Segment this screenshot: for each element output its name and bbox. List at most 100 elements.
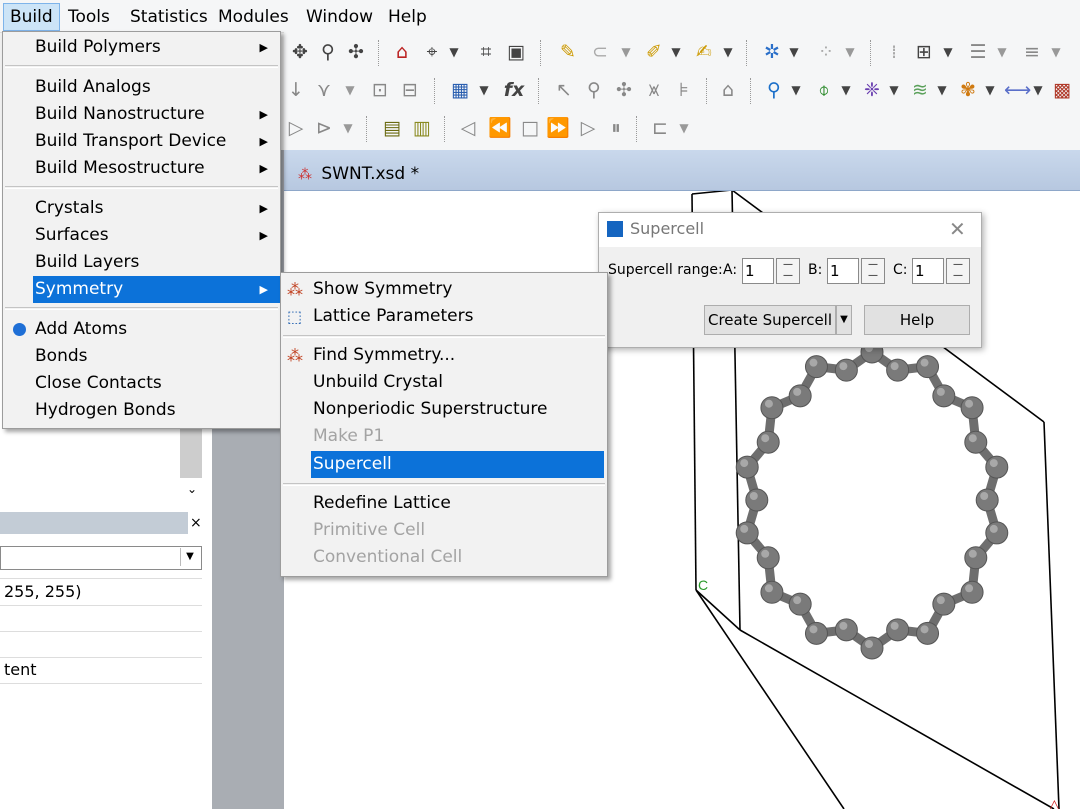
list-icon[interactable]: ≡	[1020, 40, 1044, 64]
layer-icon[interactable]: ▩	[1050, 78, 1074, 102]
select-icon[interactable]: ↖	[552, 78, 576, 102]
chevron-down-icon[interactable]: ▼	[476, 78, 492, 102]
clean-icon[interactable]: ⁞	[882, 40, 906, 64]
menu-item-build-analogs[interactable]: Build Analogs	[3, 74, 280, 101]
menu-item-lattice-parameters[interactable]: ⬚ Lattice Parameters	[281, 303, 607, 330]
close-icon[interactable]: ✕	[949, 217, 966, 241]
c-input[interactable]: 1	[912, 258, 944, 284]
chevron-down-icon[interactable]: ▼	[838, 78, 854, 102]
close-icon[interactable]: ×	[190, 512, 206, 534]
menu-item-symmetry[interactable]: Symmetry ▶	[33, 276, 280, 303]
menu-item-surfaces[interactable]: Surfaces ▶	[3, 222, 280, 249]
menu-item-crystals[interactable]: Crystals ▶	[3, 195, 280, 222]
help-button[interactable]: Help	[864, 305, 970, 335]
b-input[interactable]: 1	[827, 258, 859, 284]
menu-item-build-nanostructure[interactable]: Build Nanostructure ▶	[3, 101, 280, 128]
c-spinner[interactable]: — —	[946, 258, 970, 284]
fit-icon[interactable]: ⌗	[474, 40, 498, 64]
menu-item-supercell[interactable]: Supercell	[311, 451, 604, 478]
chevron-down-icon[interactable]: ▼	[720, 40, 736, 64]
build-ring-icon[interactable]: ⌽	[812, 78, 836, 102]
loop-icon[interactable]: ⊏	[648, 116, 672, 140]
display-style-icon[interactable]: ▣	[504, 40, 528, 64]
menu-modules[interactable]: Modules	[212, 4, 295, 30]
forward-icon[interactable]: ⏩	[546, 116, 570, 140]
chevron-down-icon[interactable]: ▼	[982, 78, 998, 102]
measure-icon[interactable]: ⊞	[912, 40, 936, 64]
chevron-down-icon[interactable]: ▼	[1030, 78, 1046, 102]
menu-item-bonds[interactable]: Bonds	[3, 343, 280, 370]
align-icon[interactable]: ☰	[966, 40, 990, 64]
home-icon[interactable]: ⌂	[390, 40, 414, 64]
menu-item-close-contacts[interactable]: Close Contacts	[3, 370, 280, 397]
wave-icon[interactable]: ≋	[908, 78, 932, 102]
menu-item-build-polymers[interactable]: Build Polymers ▶	[3, 34, 280, 61]
chart-icon[interactable]: ⩙	[642, 78, 666, 102]
calculate-bonds-icon[interactable]: ✲	[760, 40, 784, 64]
unlock-icon[interactable]: ⊟	[398, 78, 422, 102]
label-icon[interactable]: ⊧	[672, 78, 696, 102]
move-icon[interactable]: ✣	[612, 78, 636, 102]
home-icon[interactable]: ⌂	[716, 78, 740, 102]
polymer-icon[interactable]: ✾	[956, 78, 980, 102]
menu-tools[interactable]: Tools	[62, 4, 116, 30]
menu-item-redefine-lattice[interactable]: Redefine Lattice	[281, 490, 607, 517]
modify-element-icon[interactable]: ✍	[692, 40, 716, 64]
translate-icon[interactable]: ✥	[288, 40, 312, 64]
pause-icon[interactable]: ⏸	[604, 116, 628, 140]
chevron-down-icon[interactable]: ▼	[340, 116, 356, 140]
step-back-icon[interactable]: ◁	[456, 116, 480, 140]
chevron-down-icon[interactable]: ▼	[788, 78, 804, 102]
chevron-down-icon[interactable]: ▼	[940, 40, 956, 64]
sketch-ring-icon[interactable]: ⊂	[588, 40, 612, 64]
menu-item-build-mesostructure[interactable]: Build Mesostructure ▶	[3, 155, 280, 182]
chevron-down-icon[interactable]: ▼	[668, 40, 684, 64]
rewind-icon[interactable]: ⏪	[488, 116, 512, 140]
lock-icon[interactable]: ⊡	[368, 78, 392, 102]
a-spinner[interactable]: — —	[776, 258, 800, 284]
chevron-down-icon[interactable]: ▼	[342, 78, 358, 102]
grid-icon[interactable]: ▦	[448, 78, 472, 102]
chevron-down-icon[interactable]: ▼	[786, 40, 802, 64]
b-spinner[interactable]: — —	[861, 258, 885, 284]
chevron-down-icon[interactable]: ▼	[676, 116, 692, 140]
menu-item-hydrogen-bonds[interactable]: Hydrogen Bonds	[3, 397, 280, 424]
chevron-down-icon[interactable]: ▼	[994, 40, 1010, 64]
branch-icon[interactable]: ⋎	[312, 78, 336, 102]
chevron-down-icon[interactable]: ▼	[842, 40, 858, 64]
build-tube-icon[interactable]: ⚲	[762, 78, 786, 102]
sort-icon[interactable]: ↓	[284, 78, 308, 102]
play-icon[interactable]: ▷	[284, 116, 308, 140]
chevron-down-icon[interactable]: ▼	[1048, 40, 1064, 64]
menu-item-add-atoms[interactable]: Add Atoms	[3, 316, 280, 343]
menu-statistics[interactable]: Statistics	[124, 4, 214, 30]
menu-item-unbuild-crystal[interactable]: Unbuild Crystal	[281, 369, 607, 396]
zoom-icon[interactable]: ⚲	[316, 40, 340, 64]
menu-item-show-symmetry[interactable]: ⁂ Show Symmetry	[281, 276, 607, 303]
hydrogen-icon[interactable]: ⁘	[814, 40, 838, 64]
menu-item-build-layers[interactable]: Build Layers	[3, 249, 280, 276]
pencil-icon[interactable]: ✎	[556, 40, 580, 64]
chevron-down-icon[interactable]: ▼	[934, 78, 950, 102]
record-icon[interactable]: ⊳	[312, 116, 336, 140]
menu-build[interactable]: Build	[3, 3, 60, 31]
menu-window[interactable]: Window	[300, 4, 379, 30]
zoom-icon[interactable]: ⚲	[582, 78, 606, 102]
document-tab[interactable]: ⁂ SWNT.xsd *	[288, 158, 429, 190]
menu-item-build-transport-device[interactable]: Build Transport Device ▶	[3, 128, 280, 155]
chevron-down-icon[interactable]: ▼	[886, 78, 902, 102]
stack-icon[interactable]: ▥	[410, 116, 434, 140]
scroll-down-icon[interactable]: ⌄	[184, 482, 200, 498]
a-input[interactable]: 1	[742, 258, 774, 284]
create-supercell-button[interactable]: Create Supercell	[704, 305, 836, 335]
center-icon[interactable]: ⌖	[420, 40, 444, 64]
chevron-down-icon[interactable]: ▼	[180, 548, 199, 566]
stop-icon[interactable]: □	[518, 116, 542, 140]
link-icon[interactable]: ⟷	[1004, 78, 1031, 102]
move-icon[interactable]: ✣	[344, 40, 368, 64]
function-icon[interactable]: fx	[502, 78, 526, 102]
menu-help[interactable]: Help	[382, 4, 433, 30]
layers-icon[interactable]: ▤	[380, 116, 404, 140]
sketch-fragment-icon[interactable]: ✐	[642, 40, 666, 64]
step-forward-icon[interactable]: ▷	[576, 116, 600, 140]
